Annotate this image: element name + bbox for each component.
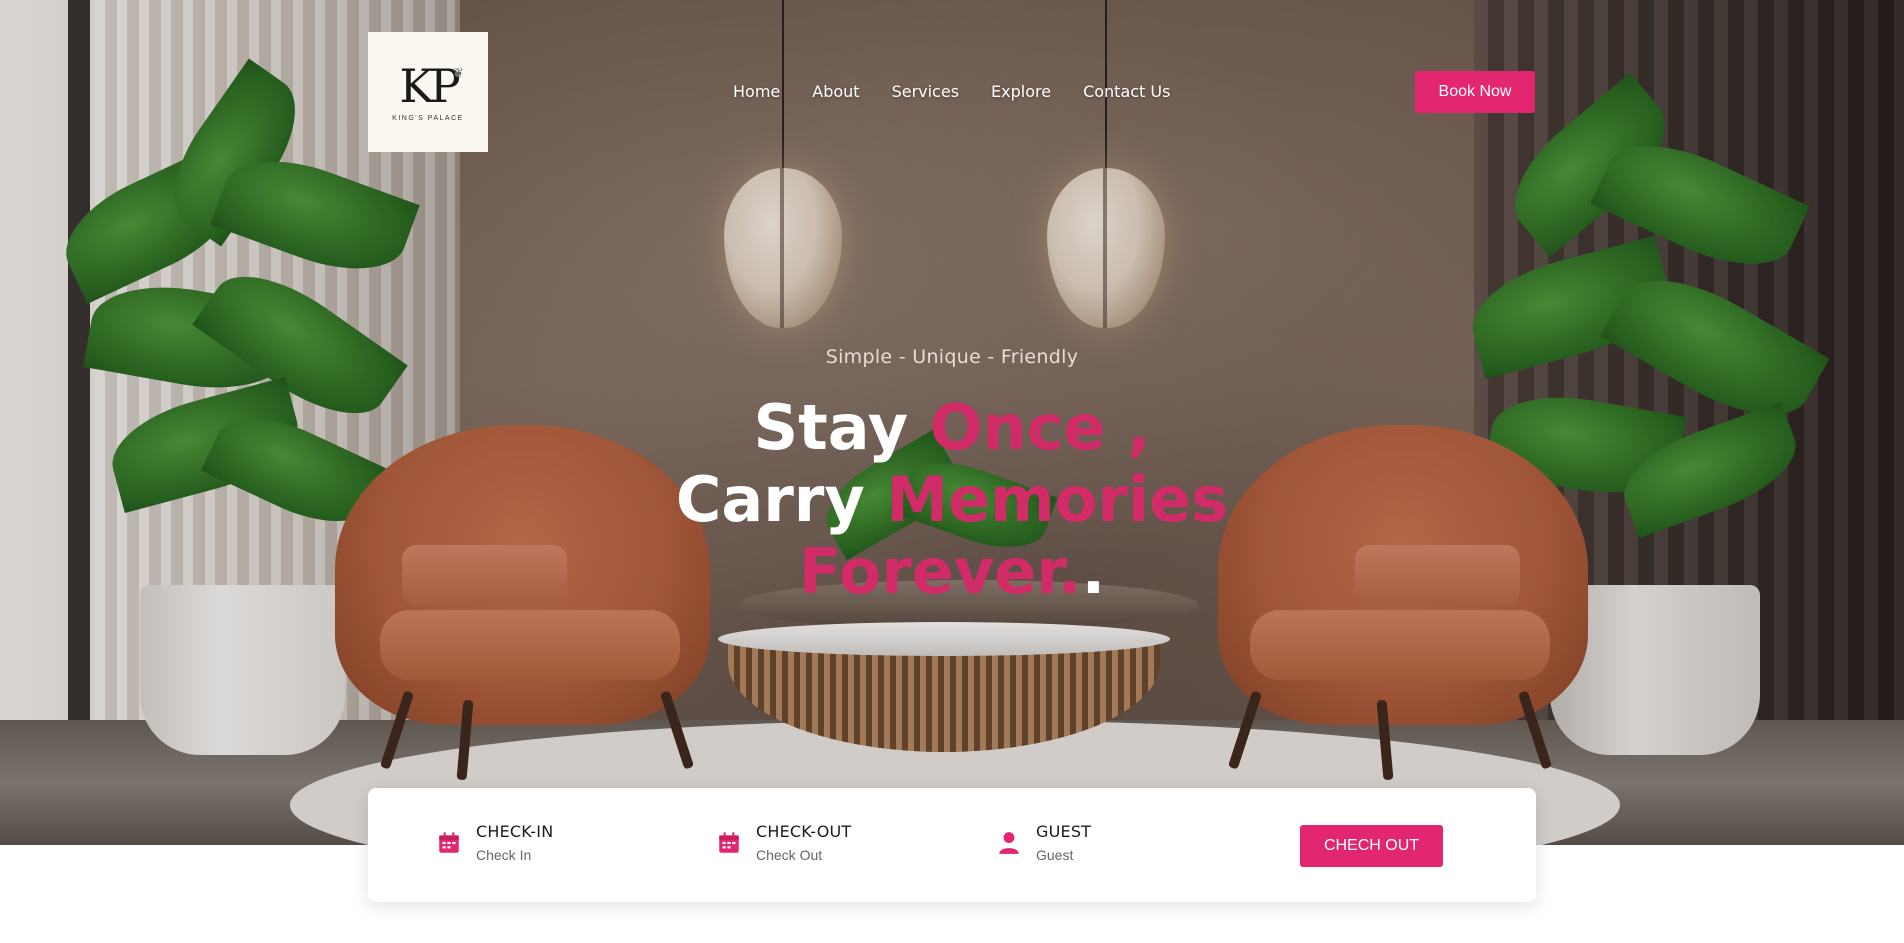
checkout-value: Check Out <box>756 847 823 863</box>
calendar-icon <box>439 832 459 853</box>
checkout-text: CHECK-OUT Check Out <box>756 822 851 863</box>
checkin-field[interactable]: CHECK-IN Check In <box>436 822 553 863</box>
headline-trailing-dot: . <box>1081 535 1106 608</box>
checkin-value: Check In <box>476 847 532 863</box>
nav-contact-us[interactable]: Contact Us <box>1083 82 1170 101</box>
checkout-label: CHECK-OUT <box>756 822 852 841</box>
book-now-button[interactable]: Book Now <box>1415 71 1535 113</box>
headline-line-3: Forever.. <box>0 536 1904 608</box>
hero-headline: Stay Once , Carry Memories Forever.. <box>0 392 1904 608</box>
booking-bar: CHECK-IN Check In CHECK-OUT Check Out GU… <box>368 788 1536 902</box>
headline-word-stay: Stay <box>753 391 930 464</box>
headline-line-2: Carry Memories <box>0 464 1904 536</box>
check-availability-button[interactable]: CHECH OUT <box>1300 825 1443 867</box>
leaf-icon: ❦ <box>452 66 464 82</box>
checkout-field[interactable]: CHECK-OUT Check Out <box>716 822 851 863</box>
headline-word-once: Once , <box>929 391 1151 464</box>
user-icon <box>999 832 1019 854</box>
nav-services[interactable]: Services <box>892 82 959 101</box>
guest-value: Guest <box>1036 847 1074 863</box>
checkin-label: CHECK-IN <box>476 822 554 841</box>
nav-explore[interactable]: Explore <box>991 82 1051 101</box>
hero-tagline: Simple - Unique - Friendly <box>825 346 1079 368</box>
logo-wordmark: KING'S PALACE <box>392 114 464 122</box>
nav-about[interactable]: About <box>812 82 859 101</box>
guest-field[interactable]: GUEST Guest <box>996 822 1091 863</box>
calendar-icon <box>719 832 739 853</box>
guest-label: GUEST <box>1036 822 1092 841</box>
logo-monogram: KP <box>399 58 460 113</box>
headline-word-forever: Forever. <box>798 535 1082 608</box>
site-logo[interactable]: KP ❦ KING'S PALACE <box>368 32 488 152</box>
headline-word-memories: Memories <box>886 463 1229 536</box>
nav-home[interactable]: Home <box>733 82 780 101</box>
guest-text: GUEST Guest <box>1036 822 1091 863</box>
checkin-text: CHECK-IN Check In <box>476 822 553 863</box>
headline-line-1: Stay Once , <box>0 392 1904 464</box>
headline-word-carry: Carry <box>675 463 887 536</box>
main-nav: Home About Services Explore Contact Us <box>733 82 1170 101</box>
